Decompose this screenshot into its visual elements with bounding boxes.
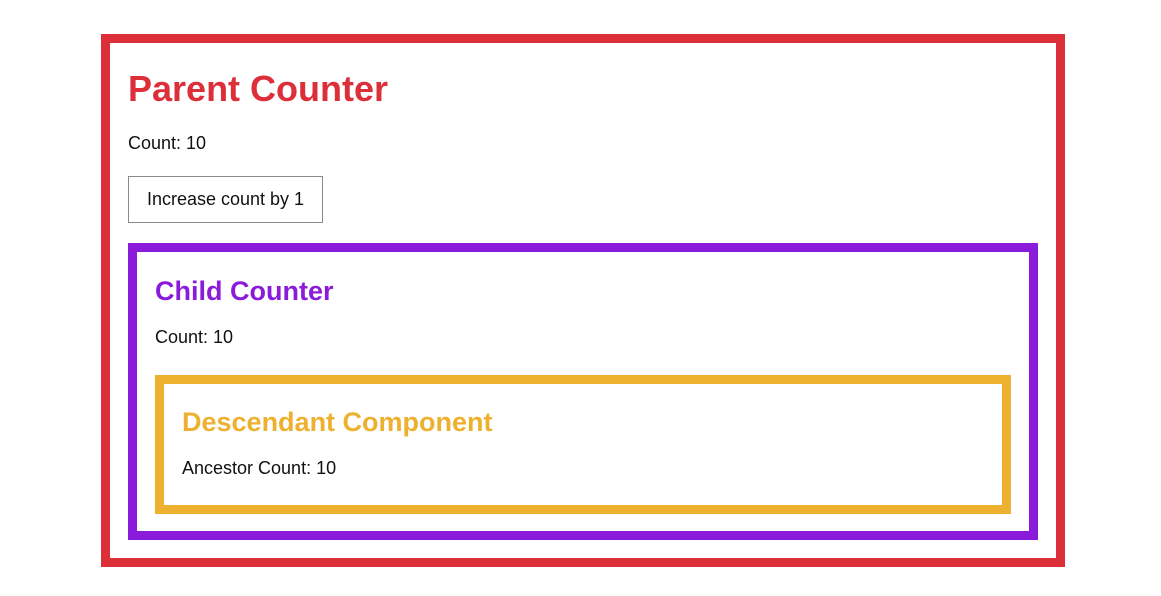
parent-counter-title: Parent Counter — [128, 68, 389, 109]
child-count-text: Count: 10 — [155, 327, 234, 347]
descendant-component-title: Descendant Component — [182, 407, 493, 437]
parent-counter-panel: Parent Counter Count: 10 Increase count … — [101, 34, 1065, 567]
descendant-component-panel: Descendant Component Ancestor Count: 10 — [155, 375, 1011, 514]
child-counter-panel: Child Counter Count: 10 Descendant Compo… — [128, 243, 1038, 540]
parent-count-text: Count: 10 — [128, 133, 207, 153]
increase-count-button[interactable]: Increase count by 1 — [128, 176, 323, 223]
child-counter-title: Child Counter — [155, 276, 334, 306]
ancestor-count-text: Ancestor Count: 10 — [182, 458, 337, 478]
